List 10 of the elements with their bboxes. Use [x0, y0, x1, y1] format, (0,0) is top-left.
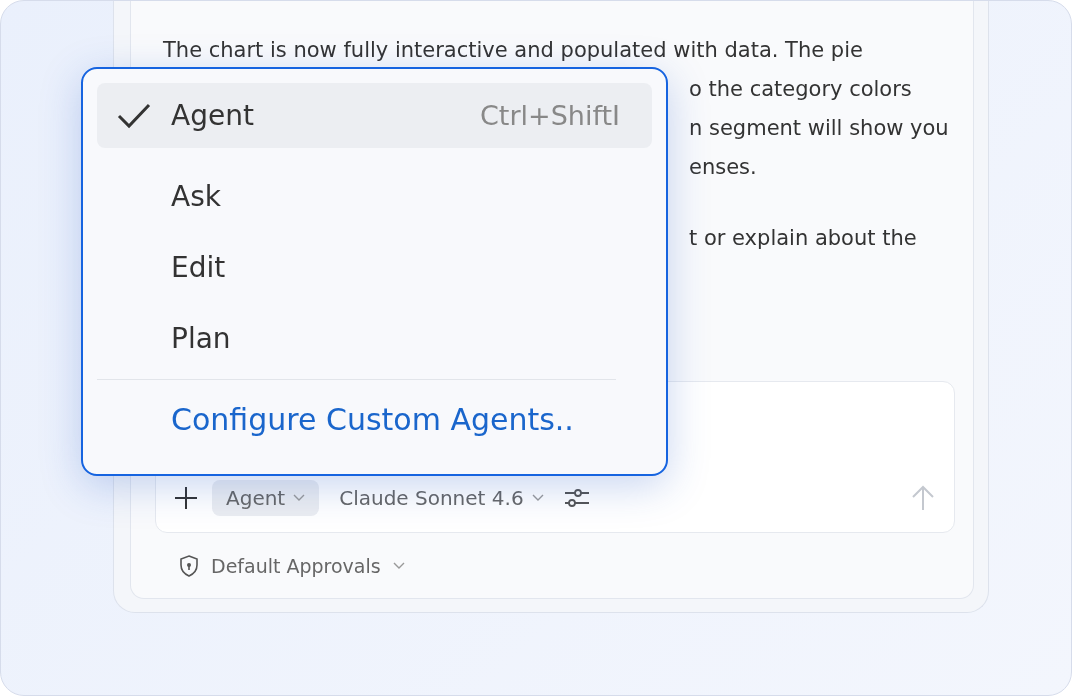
menu-item-label: Edit — [171, 251, 227, 284]
shortcut-text: Ctrl+ShiftI — [480, 100, 620, 131]
menu-item-label: Plan — [171, 322, 232, 355]
message-text: o the category colors — [689, 76, 912, 103]
message-text: enses. — [689, 154, 757, 181]
message-text: t or explain about the — [689, 225, 917, 252]
menu-item-label: Ask — [171, 180, 222, 213]
menu-item-label: Agent — [171, 99, 255, 132]
message-text: n segment will show you — [689, 115, 949, 142]
message-text: The chart is now fully interactive and populated with data. The pie — [162, 37, 864, 64]
